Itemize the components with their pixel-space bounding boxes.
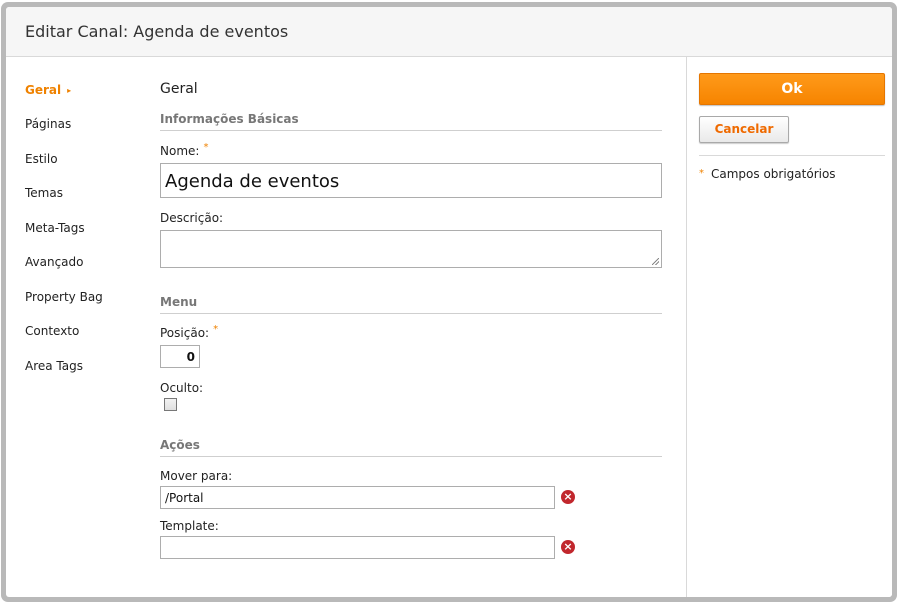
nav-item-label: Contexto	[25, 324, 80, 338]
edit-channel-dialog: Editar Canal: Agenda de eventos Geral ▸ P…	[6, 7, 892, 597]
nav-item-property-bag[interactable]: Property Bag	[25, 290, 103, 304]
dialog-title: Editar Canal: Agenda de eventos	[25, 22, 289, 41]
required-note: Campos obrigatórios	[711, 167, 836, 181]
clear-template-icon[interactable]: ×	[561, 540, 575, 554]
required-asterisk-icon: *	[699, 168, 704, 179]
required-asterisk-icon: *	[213, 324, 219, 335]
template-input[interactable]	[160, 536, 555, 559]
resize-grip-icon[interactable]	[652, 258, 659, 265]
nav-item-avancado[interactable]: Avançado	[25, 255, 83, 269]
actions-heading: Ações	[160, 438, 662, 457]
nav-item-area-tags[interactable]: Area Tags	[25, 359, 83, 373]
nav-item-label: Estilo	[25, 152, 58, 166]
hidden-label: Oculto:	[160, 381, 204, 395]
dialog-frame: Editar Canal: Agenda de eventos Geral ▸ P…	[1, 2, 897, 602]
nav-item-label: Temas	[25, 186, 63, 200]
position-input[interactable]: 0	[160, 345, 200, 368]
nav-item-temas[interactable]: Temas	[25, 186, 63, 200]
name-input-value: Agenda de eventos	[165, 171, 340, 192]
position-label: Posição: *	[160, 324, 219, 340]
position-label-text: Posição:	[160, 326, 210, 340]
nav-item-label: Area Tags	[25, 359, 83, 373]
nav-item-label: Geral	[25, 83, 62, 97]
dialog-titlebar: Editar Canal: Agenda de eventos	[6, 7, 892, 57]
main-panel: Geral ▸ Páginas Estilo Temas Meta-Tags Av…	[6, 57, 686, 597]
hidden-checkbox[interactable]	[164, 398, 177, 411]
name-input[interactable]: Agenda de eventos	[160, 163, 662, 198]
action-panel: Ok Cancelar * Campos obrigatórios	[686, 57, 892, 597]
name-label-text: Nome:	[160, 144, 200, 158]
menu-heading: Menu	[160, 295, 662, 314]
nav-item-contexto[interactable]: Contexto	[25, 324, 79, 338]
description-label: Descrição:	[160, 211, 224, 225]
move-to-value: /Portal	[165, 491, 204, 505]
active-arrow-icon: ▸	[67, 86, 72, 95]
nav-item-label: Property Bag	[25, 290, 103, 304]
required-legend: * Campos obrigatórios	[699, 167, 836, 181]
nav-item-geral[interactable]: Geral ▸	[25, 83, 71, 97]
cancel-button[interactable]: Cancelar	[699, 116, 789, 143]
nav-item-label: Páginas	[25, 117, 72, 131]
nav-item-label: Avançado	[25, 255, 84, 269]
ok-button[interactable]: Ok	[699, 73, 885, 105]
position-value: 0	[186, 350, 195, 364]
divider	[699, 155, 885, 156]
clear-move-to-icon[interactable]: ×	[561, 490, 575, 504]
template-label: Template:	[160, 519, 219, 533]
section-title: Geral	[160, 81, 198, 97]
required-asterisk-icon: *	[203, 142, 209, 153]
nav-item-meta-tags[interactable]: Meta-Tags	[25, 221, 85, 235]
nav-item-label: Meta-Tags	[25, 221, 85, 235]
nav-item-estilo[interactable]: Estilo	[25, 152, 58, 166]
nav-item-paginas[interactable]: Páginas	[25, 117, 71, 131]
move-to-label: Mover para:	[160, 469, 233, 483]
name-label: Nome: *	[160, 142, 209, 158]
move-to-input[interactable]: /Portal	[160, 486, 555, 509]
description-textarea[interactable]	[160, 230, 662, 268]
basic-info-heading: Informações Básicas	[160, 112, 662, 131]
